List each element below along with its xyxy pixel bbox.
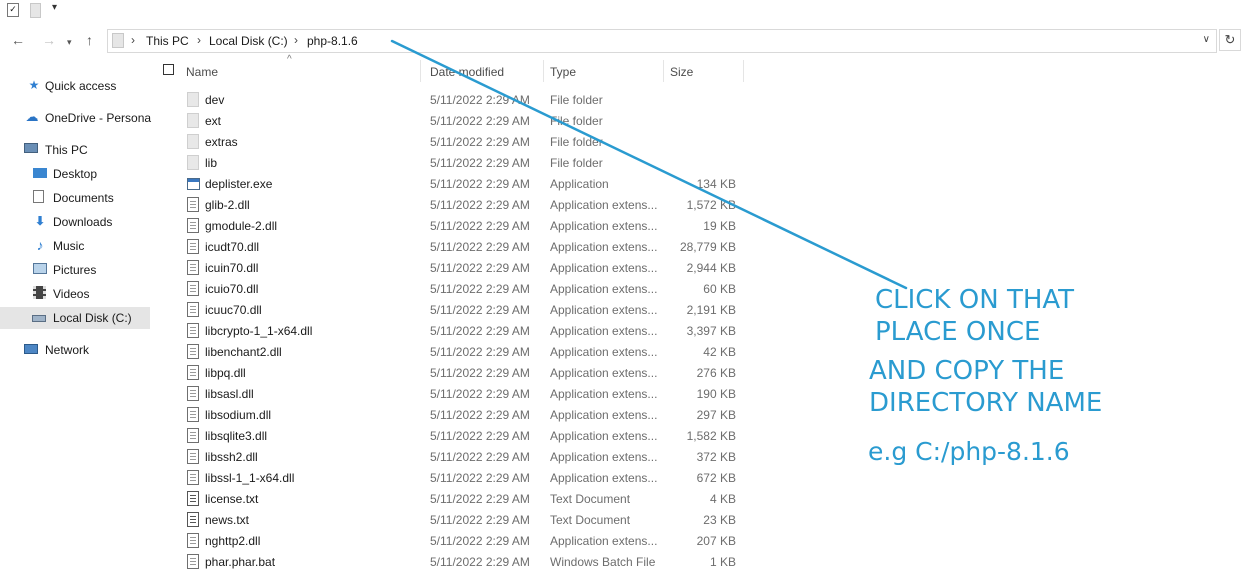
annotation-line-4: DIRECTORY NAME: [869, 388, 1103, 418]
annotation-line-2: PLACE ONCE: [875, 317, 1041, 347]
annotation-example: e.g C:/php-8.1.6: [868, 437, 1070, 466]
annotation-line-1: CLICK ON THAT: [875, 285, 1075, 315]
annotation-line-3: AND COPY THE: [869, 356, 1065, 386]
